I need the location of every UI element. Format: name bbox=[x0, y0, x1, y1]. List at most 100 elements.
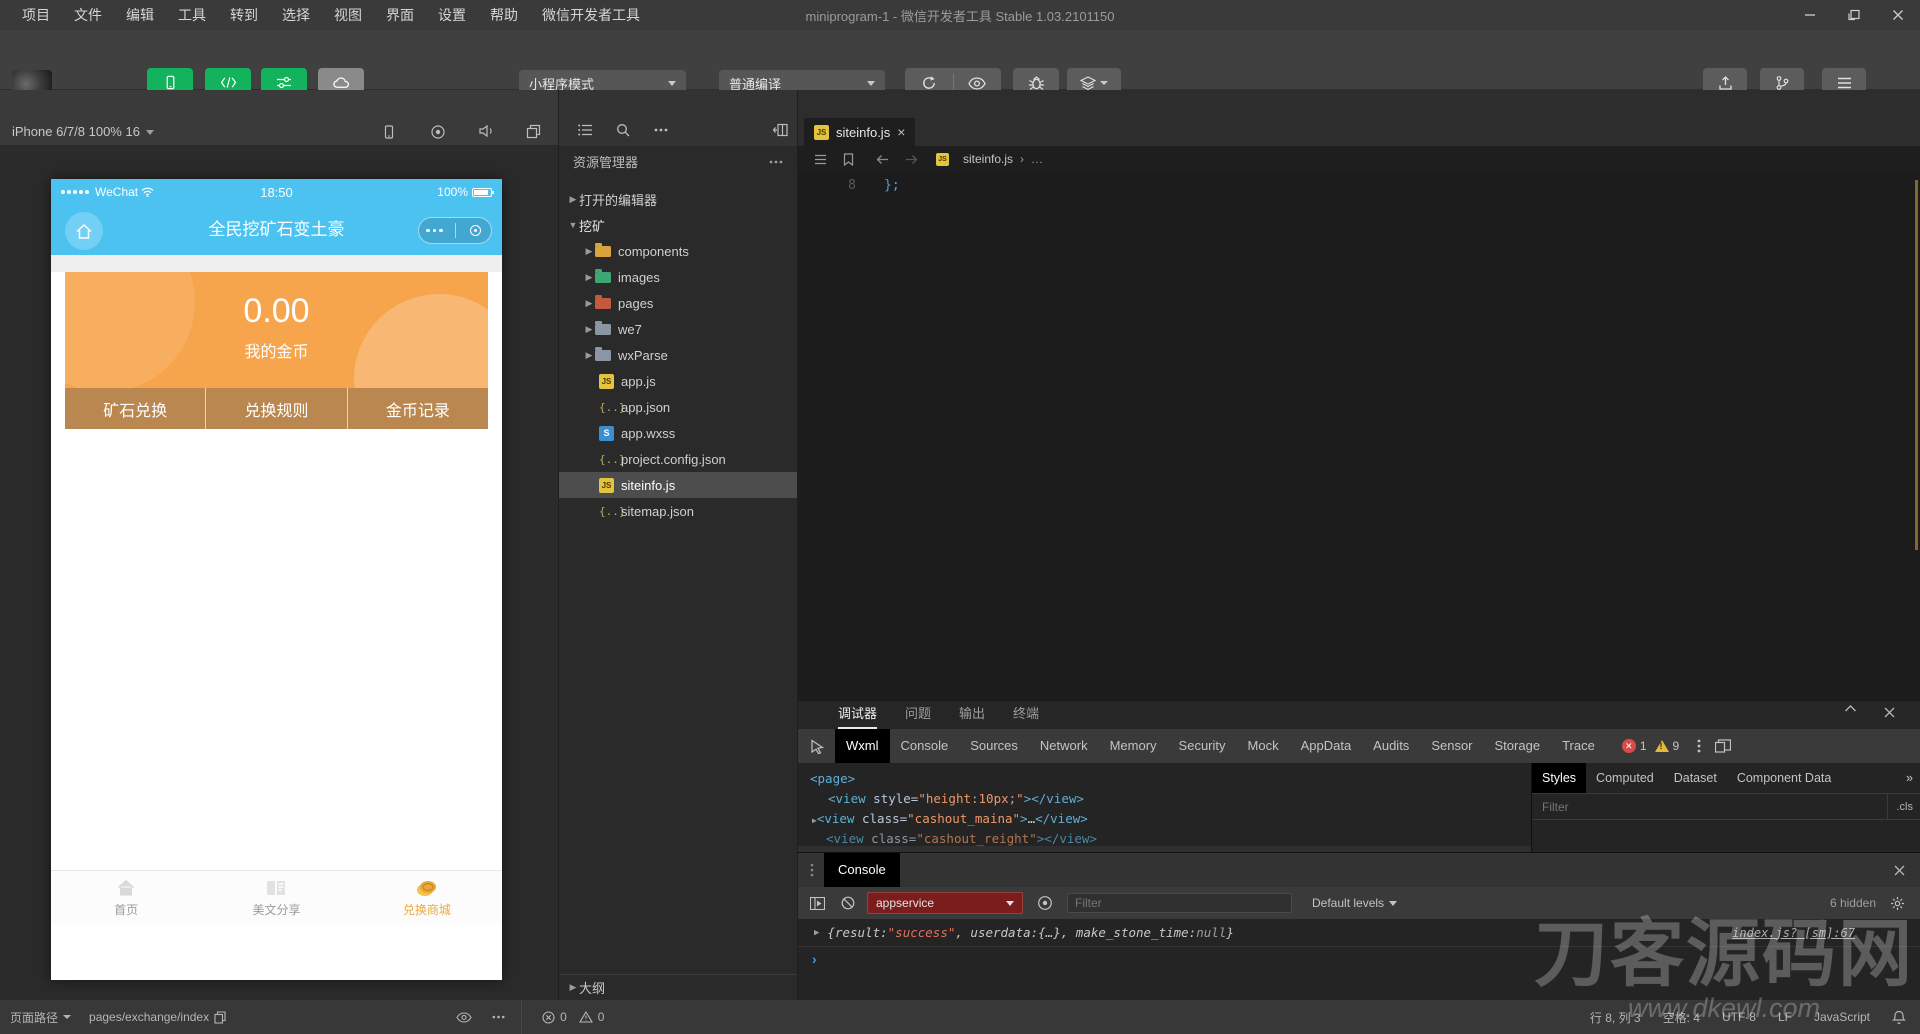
tab-home[interactable]: 首页 bbox=[51, 871, 201, 925]
sidebar-toggle-icon[interactable] bbox=[810, 896, 825, 910]
log-source-link[interactable]: index.js? [sm]:67 bbox=[1732, 926, 1855, 940]
explorer-more-icon[interactable] bbox=[769, 160, 783, 164]
clear-console-icon[interactable] bbox=[841, 896, 855, 910]
exchange-ore-button[interactable]: 矿石兑换 bbox=[65, 388, 205, 429]
device-selector[interactable]: iPhone 6/7/8 100% 16 bbox=[12, 118, 154, 146]
kebab-menu-icon[interactable] bbox=[1697, 739, 1701, 753]
tab-shop[interactable]: 兑换商城 bbox=[352, 871, 502, 925]
tree-folder-wxparse[interactable]: ▶ wxParse bbox=[559, 342, 798, 368]
bell-icon[interactable] bbox=[1892, 1010, 1906, 1025]
wxml-line-3[interactable]: ▶<view class="cashout_maina">…</view> bbox=[812, 811, 1088, 826]
tab-articles[interactable]: 美文分享 bbox=[201, 871, 351, 925]
compile-button[interactable] bbox=[906, 75, 953, 91]
cls-toggle-button[interactable]: .cls bbox=[1886, 794, 1920, 819]
outline-list-icon[interactable] bbox=[814, 154, 827, 165]
more-icon[interactable] bbox=[492, 1015, 505, 1019]
tree-project-root[interactable]: ▼ 挖矿 bbox=[559, 212, 798, 238]
record-icon[interactable] bbox=[430, 124, 446, 140]
tree-folder-we7[interactable]: ▶ we7 bbox=[559, 316, 798, 342]
devtools-tab-appdata[interactable]: AppData bbox=[1290, 729, 1363, 763]
tree-open-editors[interactable]: ▶ 打开的编辑器 bbox=[559, 186, 798, 212]
context-select[interactable]: appservice bbox=[867, 892, 1023, 914]
drag-handle-icon[interactable] bbox=[810, 863, 814, 877]
list-icon[interactable] bbox=[578, 124, 593, 136]
styles-tab-styles[interactable]: Styles bbox=[1532, 763, 1587, 793]
inspect-icon[interactable] bbox=[810, 738, 825, 754]
menu-goto[interactable]: 转到 bbox=[220, 0, 268, 30]
devtools-tab-wxml[interactable]: Wxml bbox=[835, 729, 890, 763]
menu-file[interactable]: 文件 bbox=[64, 0, 112, 30]
preview-button[interactable] bbox=[954, 76, 1001, 90]
menu-interface[interactable]: 界面 bbox=[376, 0, 424, 30]
tree-file-appjson[interactable]: {..} app.json bbox=[559, 394, 798, 420]
tree-folder-components[interactable]: ▶ components bbox=[559, 238, 798, 264]
styles-tab-componentdata[interactable]: Component Data bbox=[1727, 763, 1842, 793]
tab-terminal[interactable]: 终端 bbox=[1013, 701, 1039, 729]
editor-tab-siteinfo[interactable]: JS siteinfo.js × bbox=[804, 118, 916, 146]
devtools-tab-mock[interactable]: Mock bbox=[1237, 729, 1290, 763]
wxml-tree[interactable]: <page> <view style="height:10px;"></view… bbox=[798, 763, 1531, 853]
breadcrumb-file[interactable]: siteinfo.js bbox=[963, 152, 1013, 166]
nav-back-icon[interactable] bbox=[876, 154, 889, 165]
tab-debugger[interactable]: 调试器 bbox=[838, 701, 878, 729]
tree-folder-pages[interactable]: ▶ pages bbox=[559, 290, 798, 316]
styles-tab-dataset[interactable]: Dataset bbox=[1664, 763, 1727, 793]
tree-file-appjs[interactable]: JS app.js bbox=[559, 368, 798, 394]
close-console-icon[interactable] bbox=[1894, 865, 1905, 876]
home-button[interactable] bbox=[65, 212, 103, 250]
exchange-rules-button[interactable]: 兑换规则 bbox=[205, 388, 346, 429]
devtools-tab-sensor[interactable]: Sensor bbox=[1420, 729, 1483, 763]
tab-problems[interactable]: 问题 bbox=[905, 701, 931, 729]
menu-select[interactable]: 选择 bbox=[272, 0, 320, 30]
tab-output[interactable]: 输出 bbox=[959, 701, 985, 729]
eye-icon[interactable] bbox=[1037, 895, 1053, 911]
search-icon[interactable] bbox=[616, 123, 630, 137]
close-panel-icon[interactable] bbox=[1884, 707, 1895, 718]
indent-setting[interactable]: 空格: 4 bbox=[1663, 1009, 1700, 1026]
devtools-tab-storage[interactable]: Storage bbox=[1484, 729, 1552, 763]
status-warnings[interactable]: 0 bbox=[578, 1010, 604, 1024]
styles-tab-computed[interactable]: Computed bbox=[1586, 763, 1664, 793]
breadcrumb-more[interactable]: … bbox=[1031, 152, 1043, 166]
more-button[interactable] bbox=[419, 228, 450, 233]
error-badge-icon[interactable]: ✕ bbox=[1621, 739, 1636, 753]
more-icon[interactable] bbox=[654, 128, 668, 132]
console-tab[interactable]: Console bbox=[824, 853, 900, 887]
devtools-tab-trace[interactable]: Trace bbox=[1551, 729, 1606, 763]
code-editor[interactable]: 8 }; bbox=[798, 172, 1920, 700]
expand-icon[interactable]: ▶ bbox=[814, 928, 819, 938]
warning-badge-icon[interactable] bbox=[1654, 740, 1669, 752]
outline-section[interactable]: ▶ 大纲 bbox=[559, 974, 798, 1000]
multi-window-icon[interactable] bbox=[526, 124, 541, 139]
devtools-tab-memory[interactable]: Memory bbox=[1099, 729, 1168, 763]
console-log-row[interactable]: ▶ {result: "success", userdata: {…}, mak… bbox=[798, 919, 1920, 947]
devtools-tab-audits[interactable]: Audits bbox=[1362, 729, 1420, 763]
devtools-tab-security[interactable]: Security bbox=[1168, 729, 1237, 763]
dock-icon[interactable] bbox=[1715, 739, 1732, 753]
eol-setting[interactable]: LF bbox=[1778, 1010, 1792, 1024]
tree-file-siteinfo[interactable]: JS siteinfo.js bbox=[559, 472, 798, 498]
page-path-selector[interactable]: 页面路径 bbox=[10, 1009, 72, 1026]
close-tab-icon[interactable]: × bbox=[897, 124, 905, 140]
encoding[interactable]: UTF-8 bbox=[1722, 1010, 1756, 1024]
close-button[interactable] bbox=[1876, 0, 1920, 30]
page-path-value[interactable]: pages/exchange/index bbox=[89, 1010, 226, 1024]
devtools-tab-console[interactable]: Console bbox=[890, 729, 960, 763]
more-tabs-icon[interactable]: » bbox=[1898, 763, 1920, 793]
devtools-tab-sources[interactable]: Sources bbox=[959, 729, 1029, 763]
log-levels-select[interactable]: Default levels bbox=[1312, 896, 1398, 910]
rotate-device-icon[interactable] bbox=[382, 124, 396, 140]
minimize-button[interactable] bbox=[1788, 0, 1832, 30]
console-prompt[interactable]: › bbox=[812, 951, 817, 967]
cursor-position[interactable]: 行 8, 列 3 bbox=[1590, 1009, 1641, 1026]
copy-icon[interactable] bbox=[214, 1010, 226, 1024]
menu-view[interactable]: 视图 bbox=[324, 0, 372, 30]
exit-button[interactable] bbox=[461, 225, 492, 236]
nav-forward-icon[interactable] bbox=[905, 154, 918, 165]
menu-tools[interactable]: 工具 bbox=[168, 0, 216, 30]
gear-icon[interactable] bbox=[1890, 896, 1905, 911]
language-mode[interactable]: JavaScript bbox=[1814, 1010, 1870, 1024]
devtools-tab-network[interactable]: Network bbox=[1029, 729, 1099, 763]
menu-edit[interactable]: 编辑 bbox=[116, 0, 164, 30]
status-errors[interactable]: 0 bbox=[542, 1010, 567, 1024]
